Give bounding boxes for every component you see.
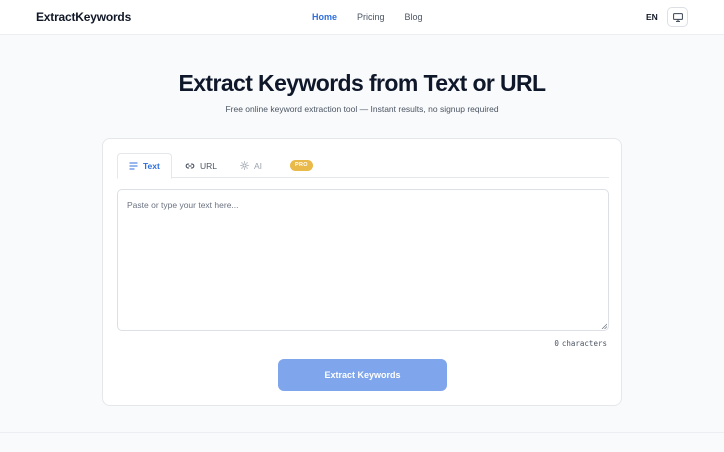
language-selector[interactable]: EN [646, 12, 658, 22]
nav-pricing-link[interactable]: Pricing [357, 11, 385, 23]
text-input[interactable] [117, 189, 609, 331]
tab-ai[interactable]: AI [240, 153, 262, 178]
tab-ai-label: AI [254, 160, 263, 171]
footer-divider [0, 432, 724, 433]
extractor-card: Text URL AI PRO Paste or type your text … [102, 138, 622, 406]
main-nav: Home Pricing Blog [312, 11, 443, 23]
character-count: 0 characters [554, 339, 607, 348]
monitor-icon [672, 12, 683, 22]
resize-handle-icon[interactable] [601, 323, 607, 329]
extract-keywords-button[interactable]: Extract Keywords [278, 359, 447, 391]
page-title: Extract Keywords from Text or URL [178, 70, 546, 96]
site-header: ExtractKeywords Home Pricing Blog EN [0, 0, 724, 35]
nav-home-link[interactable]: Home [312, 11, 337, 23]
page-subtitle: Free online keyword extraction tool — In… [225, 104, 499, 114]
tab-url-label: URL [200, 160, 218, 171]
link-icon [185, 163, 195, 168]
character-count-value: 0 [554, 339, 559, 348]
nav-blog-link[interactable]: Blog [405, 11, 423, 23]
tab-text[interactable]: Text [117, 153, 172, 179]
sparkle-icon [240, 161, 249, 170]
logo[interactable]: ExtractKeywords [36, 10, 131, 24]
tab-text-label: Text [143, 161, 160, 171]
pro-badge: PRO [290, 160, 313, 171]
lines-icon [129, 162, 138, 170]
input-mode-tabs: Text URL AI PRO [117, 153, 609, 179]
character-count-unit: characters [561, 339, 607, 348]
display-mode-button[interactable] [667, 7, 688, 27]
tab-url[interactable]: URL [185, 153, 217, 178]
